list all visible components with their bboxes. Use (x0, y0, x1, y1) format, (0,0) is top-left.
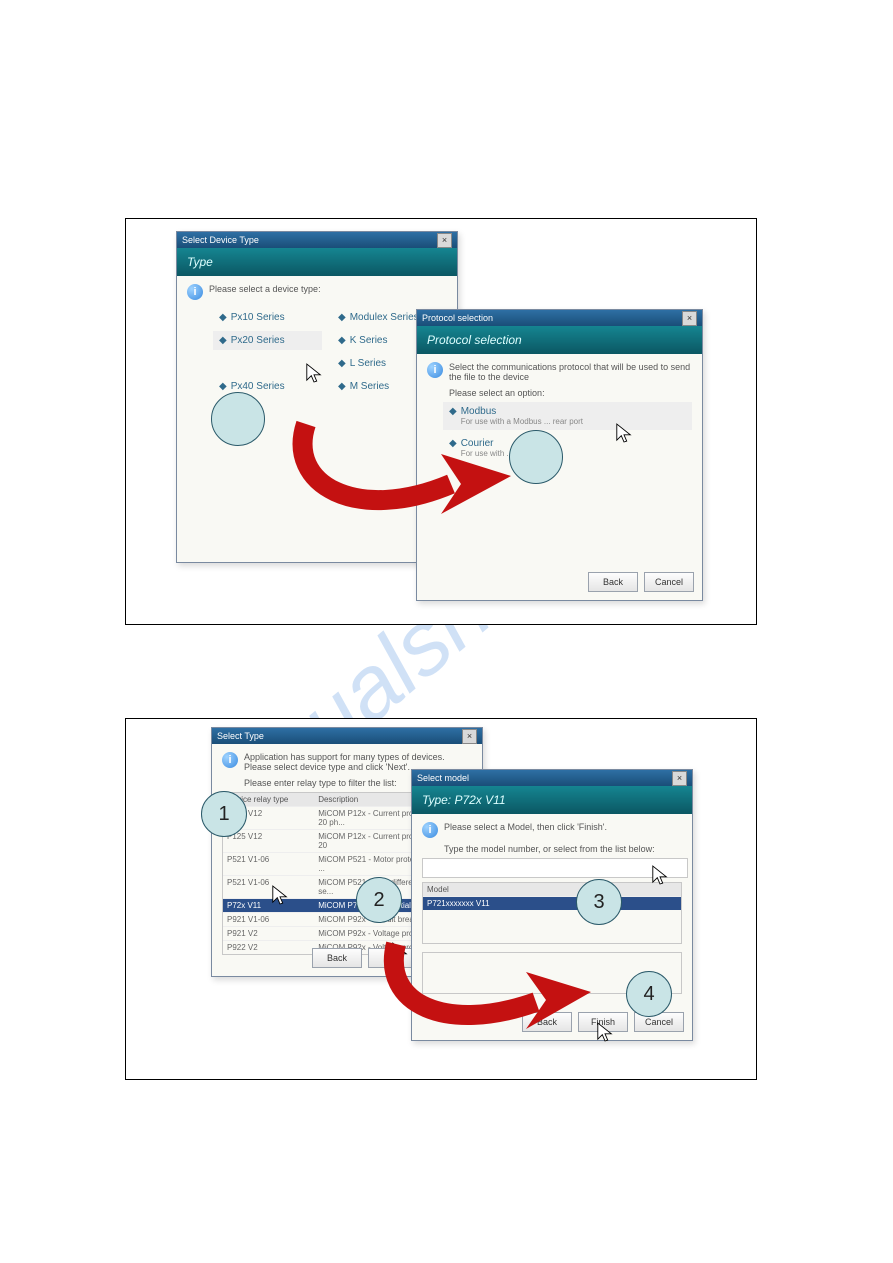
option-label: L Series (350, 358, 386, 369)
option-label: Px20 Series (231, 335, 285, 346)
back-button[interactable]: Back (588, 572, 638, 592)
titlebar-text: Select model (417, 770, 469, 786)
figure-2: Select Type × i Application has support … (125, 718, 757, 1080)
titlebar-text: Protocol selection (422, 310, 493, 326)
step-2-circle: 2 (356, 877, 402, 923)
banner-title: Type (177, 248, 457, 276)
col-model: Model (423, 883, 681, 896)
protocol-selection-dialog: Protocol selection × Protocol selection … (416, 309, 703, 601)
info-icon: i (422, 822, 438, 838)
close-icon[interactable]: × (462, 729, 477, 744)
option-label: M Series (350, 381, 389, 392)
step-4-circle: 4 (626, 971, 672, 1017)
titlebar: Select model × (412, 770, 692, 786)
step-3-circle: 3 (576, 879, 622, 925)
close-icon[interactable]: × (437, 233, 452, 248)
option-px20[interactable]: ◆Px20 Series (213, 331, 322, 350)
table-row-selected[interactable]: P721xxxxxxx V11 (423, 896, 681, 910)
back-button[interactable]: Back (312, 948, 362, 968)
titlebar: Protocol selection × (417, 310, 702, 326)
titlebar-text: Select Device Type (182, 232, 259, 248)
option-label: Px40 Series (231, 381, 285, 392)
titlebar-text: Select Type (217, 728, 264, 744)
option-label: Courier (461, 438, 494, 449)
option-sub: For use with a Modbus ... rear port (461, 417, 583, 426)
option-label: Modulex Series (350, 312, 419, 323)
model-list[interactable]: Model P721xxxxxxx V11 (422, 882, 682, 944)
back-button[interactable]: Back (522, 1012, 572, 1032)
info-icon: i (427, 362, 443, 378)
model-input[interactable] (422, 858, 688, 878)
figure-1: Select Device Type × Type i Please selec… (125, 218, 757, 625)
option-label: Modbus (461, 406, 497, 417)
titlebar: Select Device Type × (177, 232, 457, 248)
option-sub: For use with ... (461, 449, 513, 458)
option-label: Px10 Series (231, 312, 285, 323)
prompt-text: Please select a device type: (209, 284, 321, 300)
close-icon[interactable]: × (672, 771, 687, 786)
banner-title: Type: P72x V11 (412, 786, 692, 814)
prompt-text: Please select a Model, then click 'Finis… (444, 822, 607, 838)
finish-button[interactable]: Finish (578, 1012, 628, 1032)
option-modbus[interactable]: ◆ Modbus For use with a Modbus ... rear … (443, 402, 692, 430)
option-px10[interactable]: ◆Px10 Series (213, 308, 322, 327)
subprompt-text: Type the model number, or select from th… (444, 844, 682, 854)
callout-circle (211, 392, 265, 446)
subprompt-text: Please select an option: (449, 388, 692, 398)
info-icon: i (222, 752, 238, 768)
option-label: K Series (350, 335, 388, 346)
prompt-text: Select the communications protocol that … (449, 362, 692, 382)
close-icon[interactable]: × (682, 311, 697, 326)
step-1-circle: 1 (201, 791, 247, 837)
callout-circle (509, 430, 563, 484)
option-courier[interactable]: ◆ Courier For use with ... (443, 434, 692, 462)
titlebar: Select Type × (212, 728, 482, 744)
info-icon: i (187, 284, 203, 300)
cancel-button[interactable]: Cancel (644, 572, 694, 592)
banner-title: Protocol selection (417, 326, 702, 354)
